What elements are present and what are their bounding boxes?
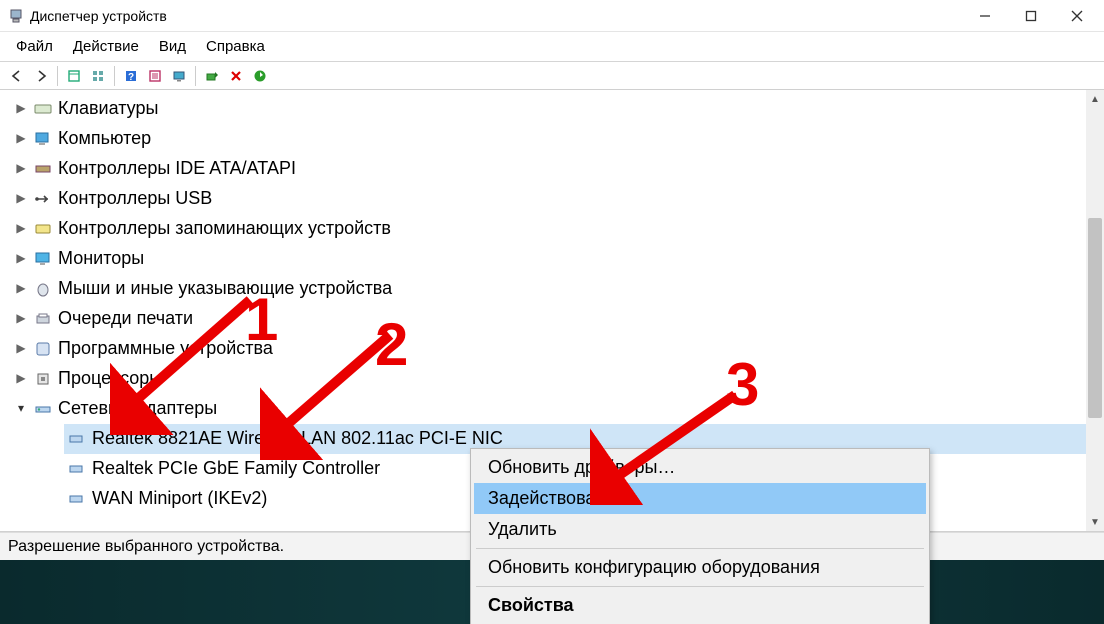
monitor-button[interactable] bbox=[168, 65, 190, 87]
printer-icon bbox=[34, 310, 52, 328]
tree-item-ide[interactable]: ▶ Контроллеры IDE ATA/ATAPI bbox=[14, 154, 1104, 184]
menu-help[interactable]: Справка bbox=[196, 34, 275, 59]
chevron-right-icon[interactable]: ▶ bbox=[14, 312, 28, 326]
chevron-right-icon[interactable]: ▶ bbox=[14, 282, 28, 296]
cm-scan-hardware[interactable]: Обновить конфигурацию оборудования bbox=[474, 552, 926, 583]
chevron-right-icon[interactable]: ▶ bbox=[14, 192, 28, 206]
tree-item-storage[interactable]: ▶ Контроллеры запоминающих устройств bbox=[14, 214, 1104, 244]
properties-button[interactable] bbox=[144, 65, 166, 87]
tree-item-usb[interactable]: ▶ Контроллеры USB bbox=[14, 184, 1104, 214]
scan-hardware-button[interactable] bbox=[201, 65, 223, 87]
tree-item-computer[interactable]: ▶ Компьютер bbox=[14, 124, 1104, 154]
status-text: Разрешение выбранного устройства. bbox=[8, 538, 284, 556]
tree-label: Компьютер bbox=[58, 124, 151, 154]
scroll-thumb[interactable] bbox=[1088, 218, 1102, 418]
mouse-icon bbox=[34, 280, 52, 298]
titlebar: Диспетчер устройств bbox=[0, 0, 1104, 32]
nic-icon bbox=[68, 430, 86, 448]
app-icon bbox=[8, 8, 24, 24]
software-icon bbox=[34, 340, 52, 358]
minimize-button[interactable] bbox=[962, 0, 1008, 32]
tree-item-keyboards[interactable]: ▶ Клавиатуры bbox=[14, 94, 1104, 124]
close-button[interactable] bbox=[1054, 0, 1100, 32]
network-icon bbox=[34, 400, 52, 418]
monitor-icon bbox=[34, 250, 52, 268]
cm-properties[interactable]: Свойства bbox=[474, 590, 926, 621]
scroll-down-icon[interactable]: ▼ bbox=[1086, 513, 1104, 531]
chevron-right-icon[interactable]: ▶ bbox=[14, 342, 28, 356]
disable-button[interactable] bbox=[225, 65, 247, 87]
separator bbox=[114, 66, 115, 86]
separator bbox=[195, 66, 196, 86]
annotation-number-3: 3 bbox=[726, 350, 759, 419]
menu-file[interactable]: Файл bbox=[6, 34, 63, 59]
chevron-right-icon[interactable]: ▶ bbox=[14, 252, 28, 266]
scroll-track[interactable] bbox=[1086, 108, 1104, 513]
menu-view[interactable]: Вид bbox=[149, 34, 196, 59]
separator bbox=[57, 66, 58, 86]
tree-label: WAN Miniport (IKEv2) bbox=[92, 484, 267, 514]
vertical-scrollbar[interactable]: ▲ ▼ bbox=[1086, 90, 1104, 531]
back-button[interactable] bbox=[6, 65, 28, 87]
menu-action[interactable]: Действие bbox=[63, 34, 149, 59]
help-button[interactable]: ? bbox=[120, 65, 142, 87]
scroll-up-icon[interactable]: ▲ bbox=[1086, 90, 1104, 108]
tree-label: Контроллеры IDE ATA/ATAPI bbox=[58, 154, 296, 184]
cm-separator bbox=[476, 586, 924, 587]
toolbar: ? bbox=[0, 62, 1104, 90]
tree-label: Контроллеры запоминающих устройств bbox=[58, 214, 391, 244]
chevron-right-icon[interactable]: ▶ bbox=[14, 372, 28, 386]
tree-label: Контроллеры USB bbox=[58, 184, 212, 214]
computer-icon bbox=[34, 130, 52, 148]
chevron-right-icon[interactable]: ▶ bbox=[14, 162, 28, 176]
tree-label: Клавиатуры bbox=[58, 94, 158, 124]
cm-delete[interactable]: Удалить bbox=[474, 514, 926, 545]
annotation-number-1: 1 bbox=[245, 285, 278, 354]
chevron-right-icon[interactable]: ▶ bbox=[14, 222, 28, 236]
nic-icon bbox=[68, 490, 86, 508]
cpu-icon bbox=[34, 370, 52, 388]
svg-text:?: ? bbox=[128, 72, 134, 83]
update-button[interactable] bbox=[249, 65, 271, 87]
chevron-right-icon[interactable]: ▶ bbox=[14, 102, 28, 116]
view-icons-button[interactable] bbox=[87, 65, 109, 87]
annotation-number-2: 2 bbox=[375, 310, 408, 379]
forward-button[interactable] bbox=[30, 65, 52, 87]
nic-icon bbox=[68, 460, 86, 478]
tree-item-monitors[interactable]: ▶ Мониторы bbox=[14, 244, 1104, 274]
tree-label: Мониторы bbox=[58, 244, 144, 274]
maximize-button[interactable] bbox=[1008, 0, 1054, 32]
show-hidden-button[interactable] bbox=[63, 65, 85, 87]
storage-icon bbox=[34, 220, 52, 238]
ide-icon bbox=[34, 160, 52, 178]
menubar: Файл Действие Вид Справка bbox=[0, 32, 1104, 62]
window-title: Диспетчер устройств bbox=[30, 8, 962, 24]
chevron-down-icon[interactable]: ▾ bbox=[14, 402, 28, 416]
usb-icon bbox=[34, 190, 52, 208]
chevron-right-icon[interactable]: ▶ bbox=[14, 132, 28, 146]
keyboard-icon bbox=[34, 100, 52, 118]
cm-separator bbox=[476, 548, 924, 549]
